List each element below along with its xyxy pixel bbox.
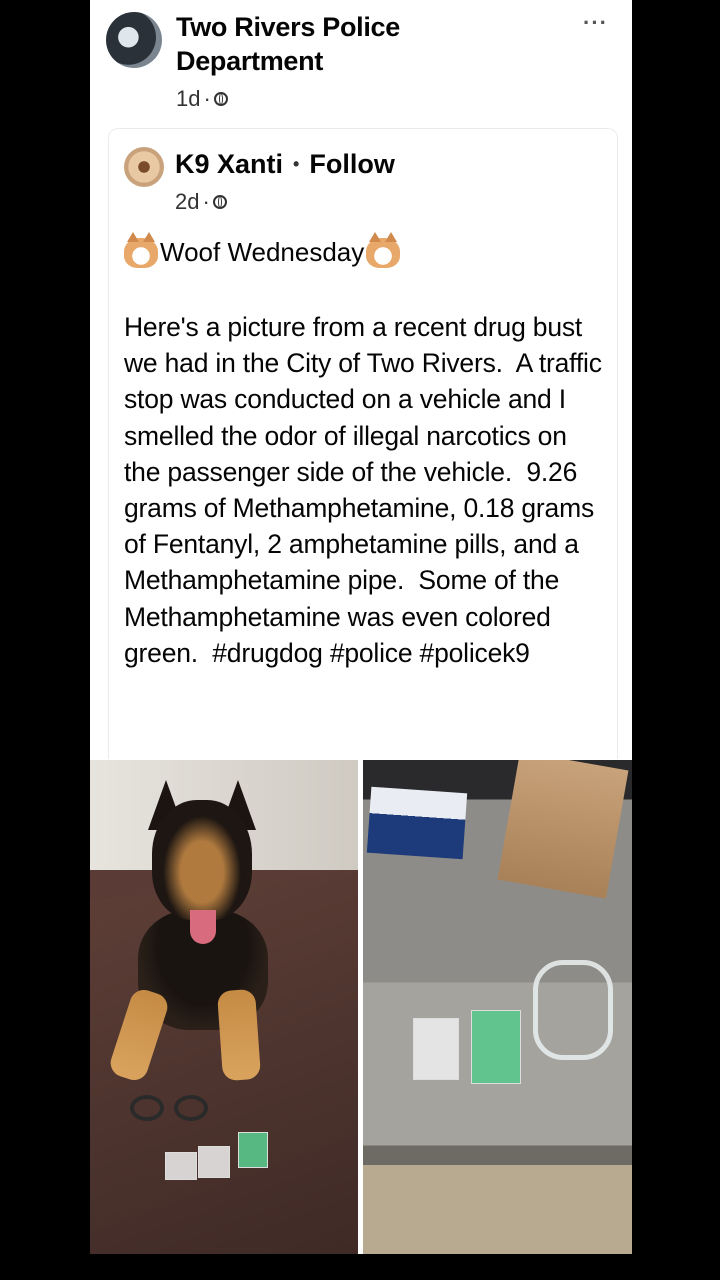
page-avatar[interactable] [106, 12, 162, 68]
evidence-baggie [165, 1152, 197, 1180]
evidence-baggie [198, 1146, 230, 1178]
page-name[interactable]: Two Rivers Police Department [176, 10, 536, 78]
post-header: Two Rivers Police Department 1d · ··· [90, 0, 632, 125]
meta-separator: · [203, 86, 211, 111]
dog-leg [107, 986, 171, 1084]
evidence-box [366, 786, 468, 860]
dog-leg [216, 988, 262, 1082]
shared-post: K9 Xanti • Follow 2d · Woof Wednesday He… [108, 128, 618, 759]
post-headline: Woof Wednesday [124, 231, 401, 268]
post-meta: 1d · [176, 86, 228, 112]
evidence-baggie [413, 1018, 459, 1080]
globe-icon [213, 92, 228, 106]
shared-post-time[interactable]: 2d [175, 189, 199, 215]
k9-avatar[interactable] [124, 147, 164, 187]
shared-meta-separator: · [202, 189, 210, 214]
dog-face-icon [124, 231, 158, 268]
post-time[interactable]: 1d [176, 86, 200, 112]
handcuff-ring [174, 1095, 208, 1121]
dog-tongue [190, 910, 216, 944]
shared-author-name[interactable]: K9 Xanti [175, 149, 283, 180]
post-body-text: Here's a picture from a recent drug bust… [124, 312, 609, 668]
green-evidence-baggie [238, 1132, 268, 1168]
facebook-post: Two Rivers Police Department 1d · ··· K9… [90, 0, 632, 1254]
shared-post-meta: 2d · [175, 189, 227, 215]
globe-icon [212, 195, 227, 209]
dog-face-icon [366, 231, 401, 268]
photo-grid [90, 760, 632, 1254]
handcuffs [130, 1095, 220, 1125]
dog-legs [107, 986, 280, 1084]
green-evidence-baggie [471, 1010, 521, 1084]
dot-separator: • [293, 154, 300, 174]
follow-button[interactable]: Follow [309, 149, 394, 180]
shared-author-row: K9 Xanti • Follow [175, 149, 395, 180]
photo-k9-dog[interactable] [90, 760, 358, 1254]
paper-bag [497, 760, 629, 899]
handcuff-ring [130, 1095, 164, 1121]
photo-evidence[interactable] [363, 760, 632, 1254]
more-options-button[interactable]: ··· [583, 10, 608, 36]
dog-head [152, 800, 252, 920]
headline-text: Woof Wednesday [160, 237, 365, 267]
evidence-pipe [533, 960, 613, 1060]
